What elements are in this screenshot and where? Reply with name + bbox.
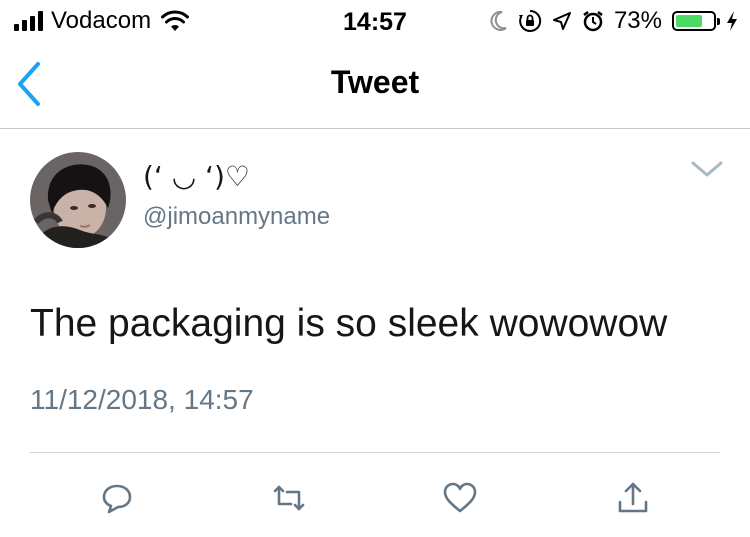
status-bar: Vodacom 14:57 73% (0, 0, 750, 42)
reply-button[interactable] (97, 478, 137, 518)
moon-icon (490, 10, 507, 31)
profile-photo (30, 152, 126, 248)
share-icon (618, 482, 648, 513)
battery-percent: 73% (613, 7, 662, 34)
like-icon (443, 482, 477, 513)
battery-icon (672, 11, 720, 31)
avatar[interactable] (30, 152, 126, 248)
retweet-button[interactable] (269, 478, 309, 518)
battery-level-fill (676, 15, 703, 27)
tweet-text: The packaging is so sleek wowowow (30, 302, 668, 345)
tweet-timestamp: 11/12/2018, 14:57 (30, 384, 254, 415)
nav-bar: Tweet (0, 42, 750, 129)
display-name[interactable]: (‘ ◡ ‘)♡ (143, 160, 250, 193)
like-button[interactable] (440, 478, 480, 518)
chevron-down-icon (691, 161, 723, 177)
location-arrow-icon (552, 12, 571, 30)
rotation-lock-icon (518, 9, 542, 32)
battery-nub (717, 18, 720, 25)
status-bar-right: 73% (490, 6, 738, 36)
charging-bolt-icon (727, 11, 737, 31)
retweet-icon (273, 485, 305, 511)
user-handle[interactable]: @jimoanmyname (143, 203, 330, 231)
tweet-menu-button[interactable] (688, 154, 726, 184)
share-button[interactable] (613, 478, 653, 518)
reply-icon (102, 484, 132, 514)
divider (30, 452, 720, 453)
alarm-icon (583, 11, 603, 32)
page-title: Tweet (330, 64, 420, 100)
